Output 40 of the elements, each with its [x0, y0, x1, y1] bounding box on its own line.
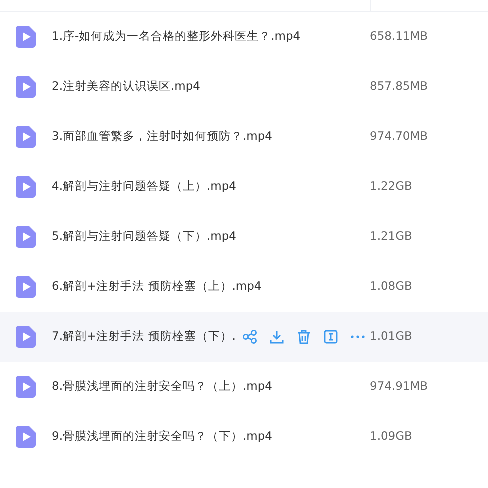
video-file-icon	[16, 126, 36, 148]
video-file-icon	[16, 76, 36, 98]
video-file-icon	[16, 326, 36, 348]
file-size: 974.70MB	[370, 128, 428, 146]
file-size: 1.22GB	[370, 178, 412, 196]
video-file-icon	[16, 426, 36, 448]
file-row[interactable]: 4.解剖与注射问题答疑（上）.mp4 1.22GB	[0, 162, 488, 212]
trash-icon[interactable]	[296, 329, 312, 345]
video-file-icon	[16, 376, 36, 398]
file-size: 658.11MB	[370, 28, 428, 46]
download-icon[interactable]	[268, 329, 285, 345]
file-name[interactable]: 8.骨膜浅埋面的注射安全吗？（上）.mp4	[52, 378, 272, 396]
file-row[interactable]: 2.注射美容的认识误区.mp4 857.85MB	[0, 62, 488, 112]
video-file-icon	[16, 26, 36, 48]
video-file-icon	[16, 176, 36, 198]
file-size: 1.09GB	[370, 428, 412, 446]
file-name[interactable]: 2.注射美容的认识误区.mp4	[52, 78, 200, 96]
file-size: 857.85MB	[370, 78, 428, 96]
file-row[interactable]: 9.骨膜浅埋面的注射安全吗？（下）.mp4 1.09GB	[0, 412, 488, 462]
rename-icon[interactable]	[322, 329, 339, 345]
file-row[interactable]: 1.序-如何成为一名合格的整形外科医生？.mp4 658.11MB	[0, 12, 488, 62]
file-size: 974.91MB	[370, 378, 428, 396]
file-name[interactable]: 1.序-如何成为一名合格的整形外科医生？.mp4	[52, 28, 301, 46]
video-file-icon	[16, 276, 36, 298]
file-size: 1.01GB	[370, 328, 412, 346]
file-row[interactable]: 6.解剖+注射手法 预防栓塞（上）.mp4 1.08GB	[0, 262, 488, 312]
file-row[interactable]: 3.面部血管繁多，注射时如何预防？.mp4 974.70MB	[0, 112, 488, 162]
file-name[interactable]: 7.解剖+注射手法 预防栓塞（下）.	[52, 328, 236, 346]
file-name[interactable]: 3.面部血管繁多，注射时如何预防？.mp4	[52, 128, 272, 146]
share-icon[interactable]	[242, 329, 258, 345]
file-name[interactable]: 6.解剖+注射手法 预防栓塞（上）.mp4	[52, 278, 262, 296]
file-row[interactable]: 7.解剖+注射手法 预防栓塞（下）. 1.01GB	[0, 312, 488, 362]
file-row[interactable]: 5.解剖与注射问题答疑（下）.mp4 1.21GB	[0, 212, 488, 262]
file-size: 1.08GB	[370, 278, 412, 296]
file-row[interactable]: 8.骨膜浅埋面的注射安全吗？（上）.mp4 974.91MB	[0, 362, 488, 412]
file-name[interactable]: 9.骨膜浅埋面的注射安全吗？（下）.mp4	[52, 428, 272, 446]
file-name[interactable]: 4.解剖与注射问题答疑（上）.mp4	[52, 178, 236, 196]
video-file-icon	[16, 226, 36, 248]
file-size: 1.21GB	[370, 228, 412, 246]
file-name[interactable]: 5.解剖与注射问题答疑（下）.mp4	[52, 228, 236, 246]
